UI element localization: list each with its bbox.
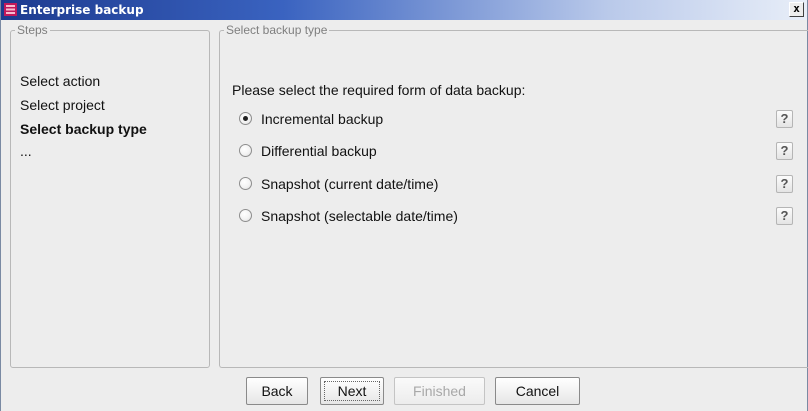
help-question-icon[interactable]: ? (776, 142, 793, 160)
step-select-project: Select project (20, 97, 105, 113)
help-question-icon[interactable]: ? (776, 207, 793, 225)
next-button[interactable]: Next (320, 377, 384, 405)
option-label[interactable]: Snapshot (current date/time) (261, 175, 438, 193)
enterprise-backup-dialog: Enterprise backup x Steps Select action … (0, 0, 808, 411)
title-bar[interactable]: Enterprise backup x (1, 0, 807, 20)
radio-snapshot-current[interactable] (239, 177, 252, 190)
radio-selected-dot (243, 116, 248, 121)
steps-panel: Steps Select action Select project Selec… (10, 22, 210, 368)
window-title: Enterprise backup (20, 3, 144, 17)
option-label[interactable]: Differential backup (261, 142, 377, 160)
step-select-action: Select action (20, 73, 101, 89)
focus-ring (324, 381, 380, 401)
radio-snapshot-selectable[interactable] (239, 209, 252, 222)
option-label[interactable]: Snapshot (selectable date/time) (261, 207, 458, 225)
steps-legend: Steps (15, 22, 50, 38)
help-question-icon[interactable]: ? (776, 175, 793, 193)
step-more: ... (20, 143, 32, 159)
step-select-backup-type: Select backup type (20, 121, 147, 137)
radio-incremental-backup[interactable] (239, 112, 252, 125)
close-button[interactable]: x (789, 2, 804, 17)
backup-type-panel: Select backup type Please select the req… (219, 22, 808, 368)
option-label[interactable]: Incremental backup (261, 110, 383, 128)
backup-type-prompt: Please select the required form of data … (232, 82, 526, 98)
enterprise-backup-icon (4, 3, 17, 16)
help-question-icon[interactable]: ? (776, 110, 793, 128)
back-button[interactable]: Back (246, 377, 308, 405)
cancel-button[interactable]: Cancel (495, 377, 580, 405)
radio-differential-backup[interactable] (239, 144, 252, 157)
backup-type-legend: Select backup type (224, 22, 330, 38)
finished-button: Finished (394, 377, 485, 405)
